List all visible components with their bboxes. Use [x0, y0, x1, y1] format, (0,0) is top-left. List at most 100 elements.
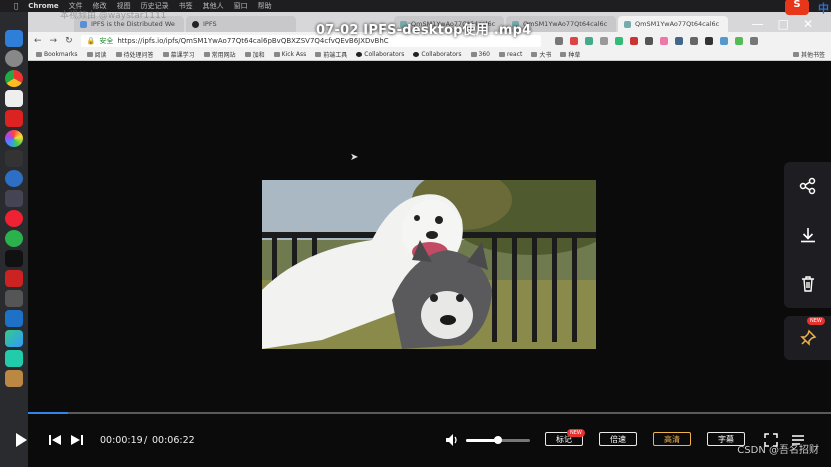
- bookmark-item[interactable]: 前端工具: [315, 50, 347, 59]
- bookmark-item[interactable]: 360: [470, 51, 490, 58]
- bookmark-item[interactable]: 阅读: [86, 50, 107, 59]
- mac-dock: [0, 12, 28, 467]
- app-icon[interactable]: [5, 290, 23, 307]
- folder-icon: [498, 52, 505, 57]
- calendar-icon[interactable]: [5, 110, 23, 127]
- watermark-text: 本视频由 @waystar1111: [60, 11, 167, 21]
- extension-icon[interactable]: [629, 36, 638, 45]
- app-icon[interactable]: [5, 270, 23, 287]
- menu-item-bookmarks[interactable]: 书签: [179, 1, 193, 11]
- bookmark-label: react: [506, 51, 523, 58]
- volume-icon[interactable]: [444, 432, 460, 448]
- extension-icon[interactable]: [689, 36, 698, 45]
- progress-fill: [28, 412, 69, 414]
- qq-icon[interactable]: [5, 250, 23, 267]
- folder-icon: [86, 52, 93, 57]
- bookmark-item[interactable]: Collaborators: [413, 51, 462, 58]
- bookmark-item[interactable]: react: [498, 51, 523, 58]
- volume-slider[interactable]: [466, 436, 530, 444]
- next-icon[interactable]: [70, 433, 84, 447]
- menu-item-people[interactable]: 其他人: [203, 1, 224, 11]
- extension-icon[interactable]: [554, 36, 563, 45]
- speed-button[interactable]: 倍速: [599, 432, 637, 446]
- extension-icon[interactable]: [614, 36, 623, 45]
- menu-dots-icon[interactable]: [749, 36, 758, 45]
- bookmark-label: 待处理问答: [123, 52, 154, 59]
- forward-icon[interactable]: →: [50, 36, 58, 46]
- previous-icon[interactable]: [48, 433, 62, 447]
- safari-icon[interactable]: [5, 170, 23, 187]
- folder-icon: [273, 52, 280, 57]
- bookmark-item[interactable]: 常用网站: [203, 50, 236, 59]
- quality-button[interactable]: 高清: [653, 432, 691, 446]
- lock-icon: 🔒: [86, 36, 96, 45]
- vscode-icon[interactable]: [5, 310, 23, 327]
- browser-tab[interactable]: IPFS: [186, 16, 296, 32]
- launchpad-icon[interactable]: [5, 50, 23, 67]
- extension-icon[interactable]: [704, 36, 713, 45]
- dogs-image: [262, 180, 596, 349]
- bookmarks-bar: Bookmarks 阅读 待处理问答 慕课学习 常用网站 加和 Kick Ass…: [28, 49, 831, 61]
- volume-knob[interactable]: [494, 436, 502, 444]
- bookmark-item[interactable]: 种草: [560, 50, 580, 59]
- netease-music-icon[interactable]: [5, 210, 23, 227]
- bookmark-item[interactable]: 待处理问答: [115, 50, 154, 59]
- bookmark-item[interactable]: 加和: [244, 50, 265, 59]
- finder-icon[interactable]: [5, 30, 23, 47]
- extension-icons: [554, 36, 758, 45]
- bookmark-other[interactable]: 其他书签: [792, 50, 825, 59]
- share-icon[interactable]: [799, 177, 817, 195]
- quality-label: 高清: [664, 434, 680, 444]
- bookmark-item[interactable]: Bookmarks: [36, 51, 78, 58]
- download-icon[interactable]: [799, 226, 817, 244]
- bookmark-item[interactable]: Collaborators: [356, 51, 404, 58]
- folder-icon: [560, 52, 567, 57]
- extension-icon[interactable]: [644, 36, 653, 45]
- browser-tab-active[interactable]: QmSM1YwAo77Qt64cal6c: [618, 16, 728, 32]
- folder-icon: [470, 52, 477, 57]
- folder-icon: [792, 52, 799, 57]
- bookmark-label: 加和: [252, 52, 265, 59]
- extension-icon[interactable]: [599, 36, 608, 45]
- apple-icon[interactable]: : [14, 2, 18, 10]
- maximize-icon[interactable]: □: [778, 17, 789, 31]
- chrome-icon[interactable]: [5, 70, 23, 87]
- extension-icon[interactable]: [584, 36, 593, 45]
- progress-bar[interactable]: [28, 412, 831, 414]
- close-icon[interactable]: ✕: [803, 17, 813, 31]
- app-icon[interactable]: [5, 190, 23, 207]
- video-title: 07-02 IPFS-desktop使用 .mp4: [316, 23, 532, 38]
- pin-icon[interactable]: [799, 329, 817, 347]
- bookmark-item[interactable]: 大书: [531, 50, 551, 59]
- input-method-indicator[interactable]: 中: [818, 0, 829, 16]
- minimize-icon[interactable]: —: [752, 17, 764, 31]
- play-icon[interactable]: [12, 431, 30, 449]
- extension-icon[interactable]: [674, 36, 683, 45]
- extension-icon[interactable]: [719, 36, 728, 45]
- bookmark-label: 前端工具: [323, 52, 348, 59]
- secure-label: 安全: [99, 36, 114, 45]
- wechat-icon[interactable]: [5, 230, 23, 247]
- bookmark-label: 阅读: [94, 52, 107, 59]
- menu-item-help[interactable]: 帮助: [258, 1, 272, 11]
- menu-app-name[interactable]: Chrome: [28, 2, 58, 10]
- player-controls: 00:00:19 / 00:06:22 标记 NEW 倍速 高清 字幕: [0, 420, 831, 467]
- github-icon: [413, 52, 420, 57]
- bookmark-item[interactable]: 慕课学习: [162, 50, 195, 59]
- notes-icon[interactable]: [5, 90, 23, 107]
- play-store-icon[interactable]: [5, 330, 23, 347]
- archive-icon[interactable]: [5, 370, 23, 387]
- extension-icon[interactable]: [659, 36, 668, 45]
- bookmark-label: 大书: [539, 52, 552, 59]
- terminal-icon[interactable]: [5, 150, 23, 167]
- photos-icon[interactable]: [5, 130, 23, 147]
- back-icon[interactable]: ←: [34, 36, 42, 46]
- app-icon[interactable]: [5, 350, 23, 367]
- reload-icon[interactable]: ↻: [65, 36, 73, 46]
- extension-icon[interactable]: [734, 36, 743, 45]
- favicon-icon: [192, 20, 199, 28]
- bookmark-item[interactable]: Kick Ass: [273, 51, 306, 58]
- delete-icon[interactable]: [799, 275, 817, 293]
- menu-item-window[interactable]: 窗口: [234, 1, 248, 11]
- extension-icon[interactable]: [569, 36, 578, 45]
